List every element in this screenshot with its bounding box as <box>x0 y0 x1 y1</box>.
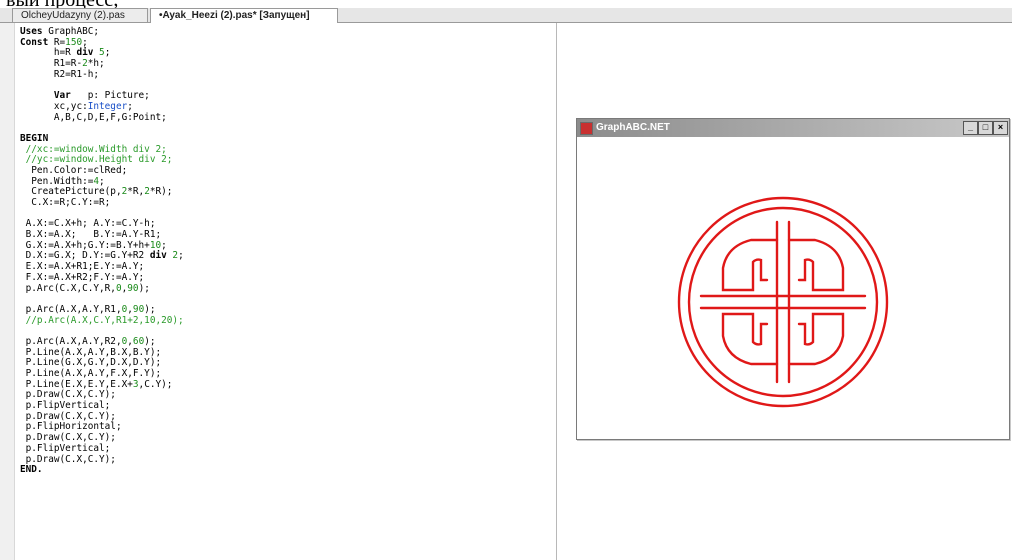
code-token: //p.Arc(A.X,C.Y,R1+2,10,20); <box>20 314 184 326</box>
code-token: CreatePicture(p, <box>20 186 122 198</box>
window-title: GraphABC.NET <box>596 122 670 133</box>
code-token: 150 <box>65 36 83 48</box>
code-area[interactable]: Uses GraphABC; Const R=150; h=R div 5; R1… <box>20 26 184 476</box>
code-token: P.Line(A.X,A.Y,B.X,B.Y); <box>20 346 162 358</box>
code-line: C.X:=R;C.Y:=R; <box>20 197 184 209</box>
code-token: ); <box>144 303 156 315</box>
maximize-button[interactable]: □ <box>978 121 993 135</box>
minimize-button[interactable]: _ <box>963 121 978 135</box>
code-token: p.Draw(C.X,C.Y); <box>20 410 116 422</box>
code-token: p.Arc(C.X,C.Y,R, <box>20 282 116 294</box>
code-token: div <box>149 250 167 262</box>
code-token: E.X:=A.X+R1;E.Y:=A.Y; <box>20 261 145 273</box>
code-token: p.Arc(A.X,A.Y,R1, <box>20 303 122 315</box>
code-token: p.Draw(C.X,C.Y); <box>20 432 116 444</box>
code-line: A,B,C,D,E,F,G:Point; <box>20 111 184 124</box>
code-token: GraphABC; <box>42 26 100 37</box>
code-line: p.Arc(C.X,C.Y,R,0,90); <box>20 282 184 295</box>
code-token: //yc:=window.Height div 2; <box>20 154 173 166</box>
code-token: ; <box>82 36 88 48</box>
spiral-top-left <box>721 238 779 292</box>
code-token: //xc:=window.Width div 2; <box>20 143 167 155</box>
editor-gutter <box>0 23 15 560</box>
outer-circle <box>677 196 889 408</box>
tab-ayak-heezi[interactable]: •Ayak_Heezi (2).pas* [Запущен] <box>150 8 338 23</box>
code-token: div <box>76 47 94 59</box>
code-token: C.X:=R;C.Y:=R; <box>20 197 111 208</box>
code-token: ,C.Y); <box>138 378 173 390</box>
code-token: A,B,C,D,E,F,G:Point; <box>20 111 167 123</box>
code-line: END. <box>20 464 184 476</box>
code-token: P.Line(G.X,G.Y,D.X,D.Y); <box>20 357 162 369</box>
code-token: ; <box>127 100 133 112</box>
code-token: F.X:=A.X+R2;F.Y:=A.Y; <box>20 271 145 283</box>
inner-circle <box>687 206 879 398</box>
tab-bar: OlcheyUdazyny (2).pas •Ayak_Heezi (2).pa… <box>0 8 1012 23</box>
code-token: P.Line(A.X,A.Y,F.X,F.Y); <box>20 368 162 379</box>
tab-olcheyudazyny[interactable]: OlcheyUdazyny (2).pas <box>12 8 148 22</box>
spiral-top-right <box>787 238 845 292</box>
code-token: p.FlipVertical; <box>20 400 111 412</box>
code-token: Const <box>20 36 49 48</box>
window-titlebar[interactable]: GraphABC.NET _ □ × <box>577 119 1009 137</box>
code-token: B.X:=A.X; B.Y:=A.Y-R1; <box>20 229 162 241</box>
code-token: ; <box>161 239 167 251</box>
code-token: BEGIN <box>20 132 49 144</box>
code-token: Uses <box>20 26 43 37</box>
code-token: p.FlipHorizontal; <box>20 421 122 433</box>
code-token: 60 <box>132 335 145 347</box>
code-token: p.FlipVertical; <box>20 442 111 454</box>
close-button[interactable]: × <box>993 121 1008 135</box>
code-token: R1=R- <box>20 58 83 70</box>
code-token: D.X:=G.X; D.Y:=G.Y+R2 <box>20 250 150 262</box>
code-token: *h; <box>87 58 105 70</box>
code-token: *R, <box>127 186 145 198</box>
code-token: h=R <box>20 47 77 59</box>
code-token: P.Line(E.X,E.Y,E.X+ <box>20 378 133 390</box>
code-line: p.Draw(C.X,C.Y); <box>20 453 184 466</box>
spiral-bottom-right <box>787 312 845 366</box>
code-line: //p.Arc(A.X,C.Y,R1+2,10,20); <box>20 314 184 327</box>
code-token: 90 <box>127 282 139 294</box>
code-token: p: Picture; <box>70 90 150 102</box>
code-token: 10 <box>149 239 162 251</box>
code-token: p.Draw(C.X,C.Y); <box>20 453 116 465</box>
code-token: ; <box>99 175 105 187</box>
app-icon <box>580 122 593 135</box>
code-token: R= <box>48 36 66 48</box>
code-token: ; <box>104 47 111 59</box>
code-token: END. <box>20 464 43 476</box>
code-token: p.Arc(A.X,A.Y,R2, <box>20 335 122 347</box>
graphics-canvas <box>577 138 1009 439</box>
code-token: ; <box>178 250 184 262</box>
code-editor[interactable]: Uses GraphABC; Const R=150; h=R div 5; R1… <box>0 23 556 560</box>
code-token: Integer <box>87 100 128 112</box>
code-token: p.Draw(C.X,C.Y); <box>20 389 116 401</box>
graphabc-output-window[interactable]: GraphABC.NET _ □ × <box>576 118 1010 440</box>
code-token: ); <box>138 282 150 294</box>
editor-divider <box>556 23 557 560</box>
code-line: R2=R1-h; <box>20 68 184 81</box>
code-token: A.X:=C.X+h; A.Y:=C.Y-h; <box>20 218 156 230</box>
spiral-bottom-left <box>721 312 779 366</box>
code-token: R2=R1-h; <box>20 68 100 80</box>
code-token: Pen.Width:= <box>20 175 94 187</box>
code-token: ); <box>144 335 156 347</box>
code-token: G.X:=A.X+h;G.Y:=B.Y+h+ <box>20 239 150 251</box>
code-token: xc,yc: <box>20 100 88 112</box>
code-token: Pen.Color:=clRed; <box>20 164 128 176</box>
code-token: *R); <box>149 186 173 198</box>
code-token: Var <box>53 90 71 102</box>
code-token: 90 <box>132 303 145 315</box>
